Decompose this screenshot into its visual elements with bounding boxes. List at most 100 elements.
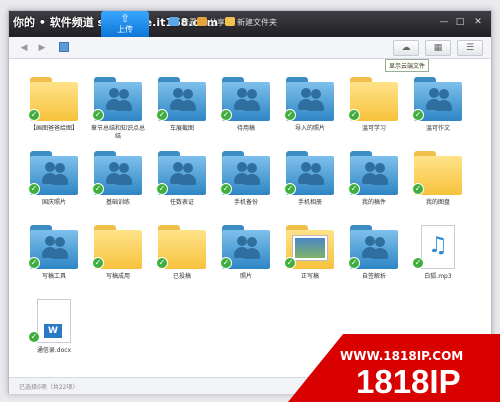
file-item-label: 写稿工具 bbox=[41, 273, 66, 280]
file-item-label: 正写稿 bbox=[300, 273, 319, 280]
synced-check-icon: ✓ bbox=[284, 183, 296, 195]
file-item-label: 手机备份 bbox=[233, 199, 258, 206]
synced-check-icon: ✓ bbox=[156, 109, 168, 121]
list-view-button[interactable]: ☰ bbox=[457, 40, 483, 56]
synced-check-icon: ✓ bbox=[348, 109, 360, 121]
eye-icon bbox=[169, 17, 179, 26]
file-item[interactable]: ✓ 写稿工具 bbox=[25, 225, 83, 293]
file-item[interactable]: ✓ 导入的照片 bbox=[281, 77, 339, 145]
shared-users-glyph bbox=[169, 162, 197, 185]
share-label: 分享 bbox=[209, 18, 225, 27]
maximize-icon[interactable]: □ bbox=[453, 15, 467, 29]
file-item-label: 任数表证 bbox=[169, 199, 194, 206]
file-item-label: 章节总结和知识点总结 bbox=[90, 125, 145, 140]
file-item-label: 已投稿 bbox=[172, 273, 191, 280]
upload-tab[interactable]: ⇧ 上传 bbox=[101, 11, 149, 38]
synced-check-icon: ✓ bbox=[412, 257, 424, 269]
file-item[interactable]: ✓ 照片 bbox=[217, 225, 275, 293]
synced-check-icon: ✓ bbox=[28, 183, 40, 195]
file-item[interactable]: ✓ 待用稿 bbox=[217, 77, 275, 145]
file-item[interactable]: ✓ 我的稿件 bbox=[345, 151, 403, 219]
file-item-label: 我的图盘 bbox=[425, 199, 450, 206]
shared-users-glyph bbox=[425, 88, 453, 111]
shared-users-glyph bbox=[361, 162, 389, 185]
file-item-label: 车展截图 bbox=[169, 125, 194, 132]
file-item-label: 通信录.docx bbox=[36, 347, 72, 354]
shared-users-glyph bbox=[169, 88, 197, 111]
share-icon bbox=[197, 17, 207, 26]
new-folder-button[interactable]: 新建文件夹 bbox=[225, 17, 277, 28]
synced-check-icon: ✓ bbox=[412, 109, 424, 121]
file-item[interactable]: ✓ 手机备份 bbox=[217, 151, 275, 219]
view-label: 查看 bbox=[181, 18, 197, 27]
photo-thumbnail bbox=[292, 235, 328, 261]
synced-check-icon: ✓ bbox=[220, 257, 232, 269]
file-item-label: 导入的照片 bbox=[294, 125, 325, 132]
file-item[interactable]: ✓ 车展截图 bbox=[153, 77, 211, 145]
brand-url: WWW.1818IP.COM bbox=[340, 349, 464, 363]
file-item[interactable]: ✓ 正写稿 bbox=[281, 225, 339, 293]
cloud-icon: ☁ bbox=[401, 43, 411, 53]
file-item[interactable]: ✓ 任数表证 bbox=[153, 151, 211, 219]
cloud-files-button[interactable]: ☁ bbox=[393, 40, 419, 56]
forward-icon[interactable]: ▶ bbox=[35, 41, 49, 55]
thumbnail-view-button[interactable]: ▦ bbox=[425, 40, 451, 56]
file-item-label: 写稿成用 bbox=[105, 273, 130, 280]
synced-check-icon: ✓ bbox=[92, 183, 104, 195]
file-item[interactable]: ✓ 自签解析 bbox=[345, 225, 403, 293]
shared-users-glyph bbox=[297, 162, 325, 185]
file-item[interactable]: ✓ 温可作文 bbox=[409, 77, 467, 145]
synced-check-icon: ✓ bbox=[92, 257, 104, 269]
file-item[interactable]: W ✓ 通信录.docx bbox=[25, 299, 83, 367]
nav-bar: ◀ ▶ ☁ ▦ ☰ bbox=[9, 37, 491, 59]
file-item-label: 国庆照片 bbox=[41, 199, 66, 206]
file-item-label: 温可作文 bbox=[425, 125, 450, 132]
synced-check-icon: ✓ bbox=[92, 109, 104, 121]
close-icon[interactable]: ✕ bbox=[471, 15, 485, 29]
shared-users-glyph bbox=[233, 236, 261, 259]
file-item[interactable]: ✓ 已投稿 bbox=[153, 225, 211, 293]
file-item-label: 基础训练 bbox=[105, 199, 130, 206]
back-icon[interactable]: ◀ bbox=[17, 41, 31, 55]
minimize-icon[interactable]: — bbox=[437, 15, 451, 29]
file-item[interactable]: ✓ 写稿成用 bbox=[89, 225, 147, 293]
file-item-label: 温可学习 bbox=[361, 125, 386, 132]
synced-check-icon: ✓ bbox=[284, 257, 296, 269]
file-item[interactable]: ✓ 温可学习 bbox=[345, 77, 403, 145]
file-item-label: 白狐.mp3 bbox=[424, 273, 452, 280]
status-text: 已选择0项（共22项） bbox=[19, 384, 79, 391]
file-item[interactable]: ✓ 我的图盘 bbox=[409, 151, 467, 219]
synced-check-icon: ✓ bbox=[28, 109, 40, 121]
file-item[interactable]: ✓ 基础训练 bbox=[89, 151, 147, 219]
synced-check-icon: ✓ bbox=[28, 331, 40, 343]
shared-users-glyph bbox=[41, 162, 69, 185]
shared-users-glyph bbox=[361, 236, 389, 259]
shared-users-glyph bbox=[297, 88, 325, 111]
file-item-label: 待用稿 bbox=[236, 125, 255, 132]
synced-check-icon: ✓ bbox=[156, 257, 168, 269]
new-folder-icon bbox=[225, 17, 235, 26]
synced-check-icon: ✓ bbox=[348, 257, 360, 269]
grid-icon: ▦ bbox=[433, 43, 443, 53]
file-item[interactable]: ✓ 【画图爸爸给图】 bbox=[25, 77, 83, 145]
list-icon: ☰ bbox=[465, 43, 475, 53]
upload-arrow-icon: ⇧ bbox=[120, 12, 130, 25]
view-button[interactable]: 查看 bbox=[169, 17, 197, 28]
tooltip: 显示云端文件 bbox=[385, 59, 430, 72]
synced-check-icon: ✓ bbox=[220, 109, 232, 121]
file-item[interactable]: ✓ 国庆照片 bbox=[25, 151, 83, 219]
file-item[interactable]: ♫ ✓ 白狐.mp3 bbox=[409, 225, 467, 293]
file-item[interactable]: ✓ 手机相册 bbox=[281, 151, 339, 219]
new-folder-label: 新建文件夹 bbox=[237, 18, 277, 27]
root-folder-icon[interactable] bbox=[59, 42, 69, 52]
synced-check-icon: ✓ bbox=[284, 109, 296, 121]
file-item[interactable]: ✓ 章节总结和知识点总结 bbox=[89, 77, 147, 145]
file-item-label: 自签解析 bbox=[361, 273, 386, 280]
shared-users-glyph bbox=[41, 236, 69, 259]
file-item-label: 照片 bbox=[239, 273, 252, 280]
music-file-icon: ♫ bbox=[421, 225, 455, 269]
share-button[interactable]: 分享 bbox=[197, 17, 225, 28]
shared-users-glyph bbox=[233, 162, 261, 185]
shared-users-glyph bbox=[105, 162, 133, 185]
synced-check-icon: ✓ bbox=[28, 257, 40, 269]
